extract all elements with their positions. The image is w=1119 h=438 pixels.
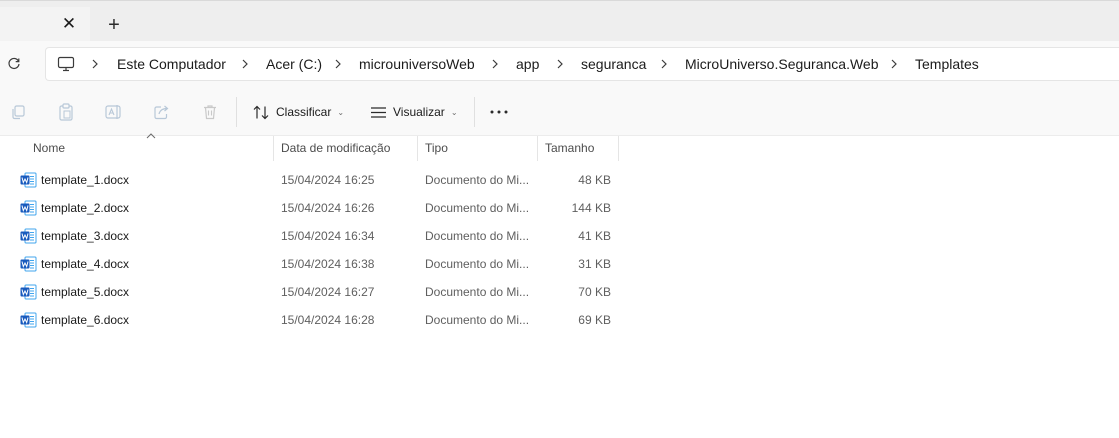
chevron-down-icon: ⌄ — [337, 107, 345, 117]
chevron-right-icon[interactable] — [333, 59, 343, 69]
file-name: template_1.docx — [41, 173, 130, 187]
view-button[interactable]: Visualizar ⌄ — [370, 100, 458, 124]
close-tab-button[interactable]: ✕ — [58, 13, 80, 35]
copy-icon — [12, 105, 25, 120]
breadcrumb-item-drive[interactable]: Acer (C:) — [266, 48, 322, 80]
address-bar[interactable]: Este Computador Acer (C:) microuniversoW… — [45, 47, 1119, 81]
chevron-right-icon[interactable] — [240, 59, 250, 69]
file-type: Documento do Mi... — [425, 257, 530, 271]
file-row[interactable]: template_4.docx 15/04/2024 16:38 Documen… — [0, 250, 620, 278]
new-tab-button[interactable]: + — [102, 13, 126, 37]
sort-button[interactable]: Classificar ⌄ — [253, 100, 344, 124]
word-document-icon — [20, 284, 37, 300]
file-row[interactable]: template_1.docx 15/04/2024 16:25 Documen… — [0, 166, 620, 194]
more-options-button[interactable] — [487, 100, 511, 124]
file-name: template_3.docx — [41, 229, 130, 243]
file-row[interactable]: template_6.docx 15/04/2024 16:28 Documen… — [0, 306, 620, 334]
breadcrumb-item-folder[interactable]: microuniversoWeb — [359, 48, 475, 80]
file-name: template_6.docx — [41, 313, 130, 327]
paste-icon — [59, 103, 73, 121]
chevron-right-icon[interactable] — [889, 59, 899, 69]
more-icon — [490, 110, 508, 114]
file-size: 70 KB — [578, 285, 611, 299]
column-header-type[interactable]: Tipo — [419, 136, 538, 161]
file-type: Documento do Mi... — [425, 285, 530, 299]
word-document-icon — [20, 256, 37, 272]
file-date: 15/04/2024 16:27 — [281, 285, 375, 299]
file-type: Documento do Mi... — [425, 201, 530, 215]
share-button[interactable] — [152, 102, 172, 122]
word-document-icon — [20, 172, 37, 188]
file-size: 69 KB — [578, 313, 611, 327]
trash-icon — [204, 105, 216, 120]
file-type: Documento do Mi... — [425, 229, 530, 243]
refresh-icon — [8, 57, 20, 70]
file-row[interactable]: template_2.docx 15/04/2024 16:26 Documen… — [0, 194, 620, 222]
rename-button[interactable] — [104, 102, 124, 122]
refresh-button[interactable] — [3, 53, 25, 75]
command-bar: Classificar ⌄ Visualizar ⌄ — [0, 88, 1119, 136]
breadcrumb-item-current[interactable]: Templates — [915, 48, 979, 80]
file-date: 15/04/2024 16:28 — [281, 313, 375, 327]
file-date: 15/04/2024 16:34 — [281, 229, 375, 243]
share-icon — [154, 105, 169, 120]
word-document-icon — [20, 228, 37, 244]
file-size: 31 KB — [578, 257, 611, 271]
tab-strip: ✕ + — [0, 0, 1119, 42]
file-size: 48 KB — [578, 173, 611, 187]
breadcrumb-item-folder[interactable]: seguranca — [581, 48, 646, 80]
breadcrumb-item-folder[interactable]: app — [516, 48, 539, 80]
tab-current[interactable]: ✕ — [0, 7, 90, 42]
computer-icon — [57, 56, 75, 72]
breadcrumb-item-folder[interactable]: MicroUniverso.Seguranca.Web — [685, 48, 879, 80]
paste-button[interactable] — [56, 102, 76, 122]
sort-label: Classificar — [276, 105, 332, 119]
view-icon — [371, 106, 386, 118]
file-date: 15/04/2024 16:38 — [281, 257, 375, 271]
chevron-right-icon[interactable] — [555, 59, 565, 69]
chevron-down-icon: ⌄ — [450, 107, 458, 117]
file-type: Documento do Mi... — [425, 173, 530, 187]
column-header-date[interactable]: Data de modificação — [275, 136, 418, 161]
column-header-size[interactable]: Tamanho — [539, 136, 619, 161]
file-size: 144 KB — [571, 201, 611, 215]
chevron-right-icon[interactable] — [659, 59, 669, 69]
toolbar-divider — [236, 97, 237, 127]
sort-icon — [253, 105, 269, 119]
word-document-icon — [20, 200, 37, 216]
view-label: Visualizar — [393, 105, 445, 119]
file-name: template_4.docx — [41, 257, 130, 271]
address-row: Este Computador Acer (C:) microuniversoW… — [0, 41, 1119, 88]
file-size: 41 KB — [578, 229, 611, 243]
chevron-right-icon[interactable] — [490, 59, 500, 69]
chevron-right-icon[interactable] — [90, 59, 100, 69]
copy-button[interactable] — [8, 102, 28, 122]
word-document-icon — [20, 312, 37, 328]
delete-button[interactable] — [200, 102, 220, 122]
rename-icon — [105, 105, 121, 119]
file-name: template_2.docx — [41, 201, 130, 215]
file-type: Documento do Mi... — [425, 313, 530, 327]
file-date: 15/04/2024 16:26 — [281, 201, 375, 215]
file-date: 15/04/2024 16:25 — [281, 173, 375, 187]
file-name: template_5.docx — [41, 285, 130, 299]
toolbar-divider — [474, 97, 475, 127]
column-header-name[interactable]: Nome — [27, 136, 274, 161]
breadcrumb-item-computer[interactable]: Este Computador — [117, 48, 226, 80]
file-row[interactable]: template_3.docx 15/04/2024 16:34 Documen… — [0, 222, 620, 250]
column-header-row: Nome Data de modificação Tipo Tamanho — [0, 133, 620, 161]
file-row[interactable]: template_5.docx 15/04/2024 16:27 Documen… — [0, 278, 620, 306]
